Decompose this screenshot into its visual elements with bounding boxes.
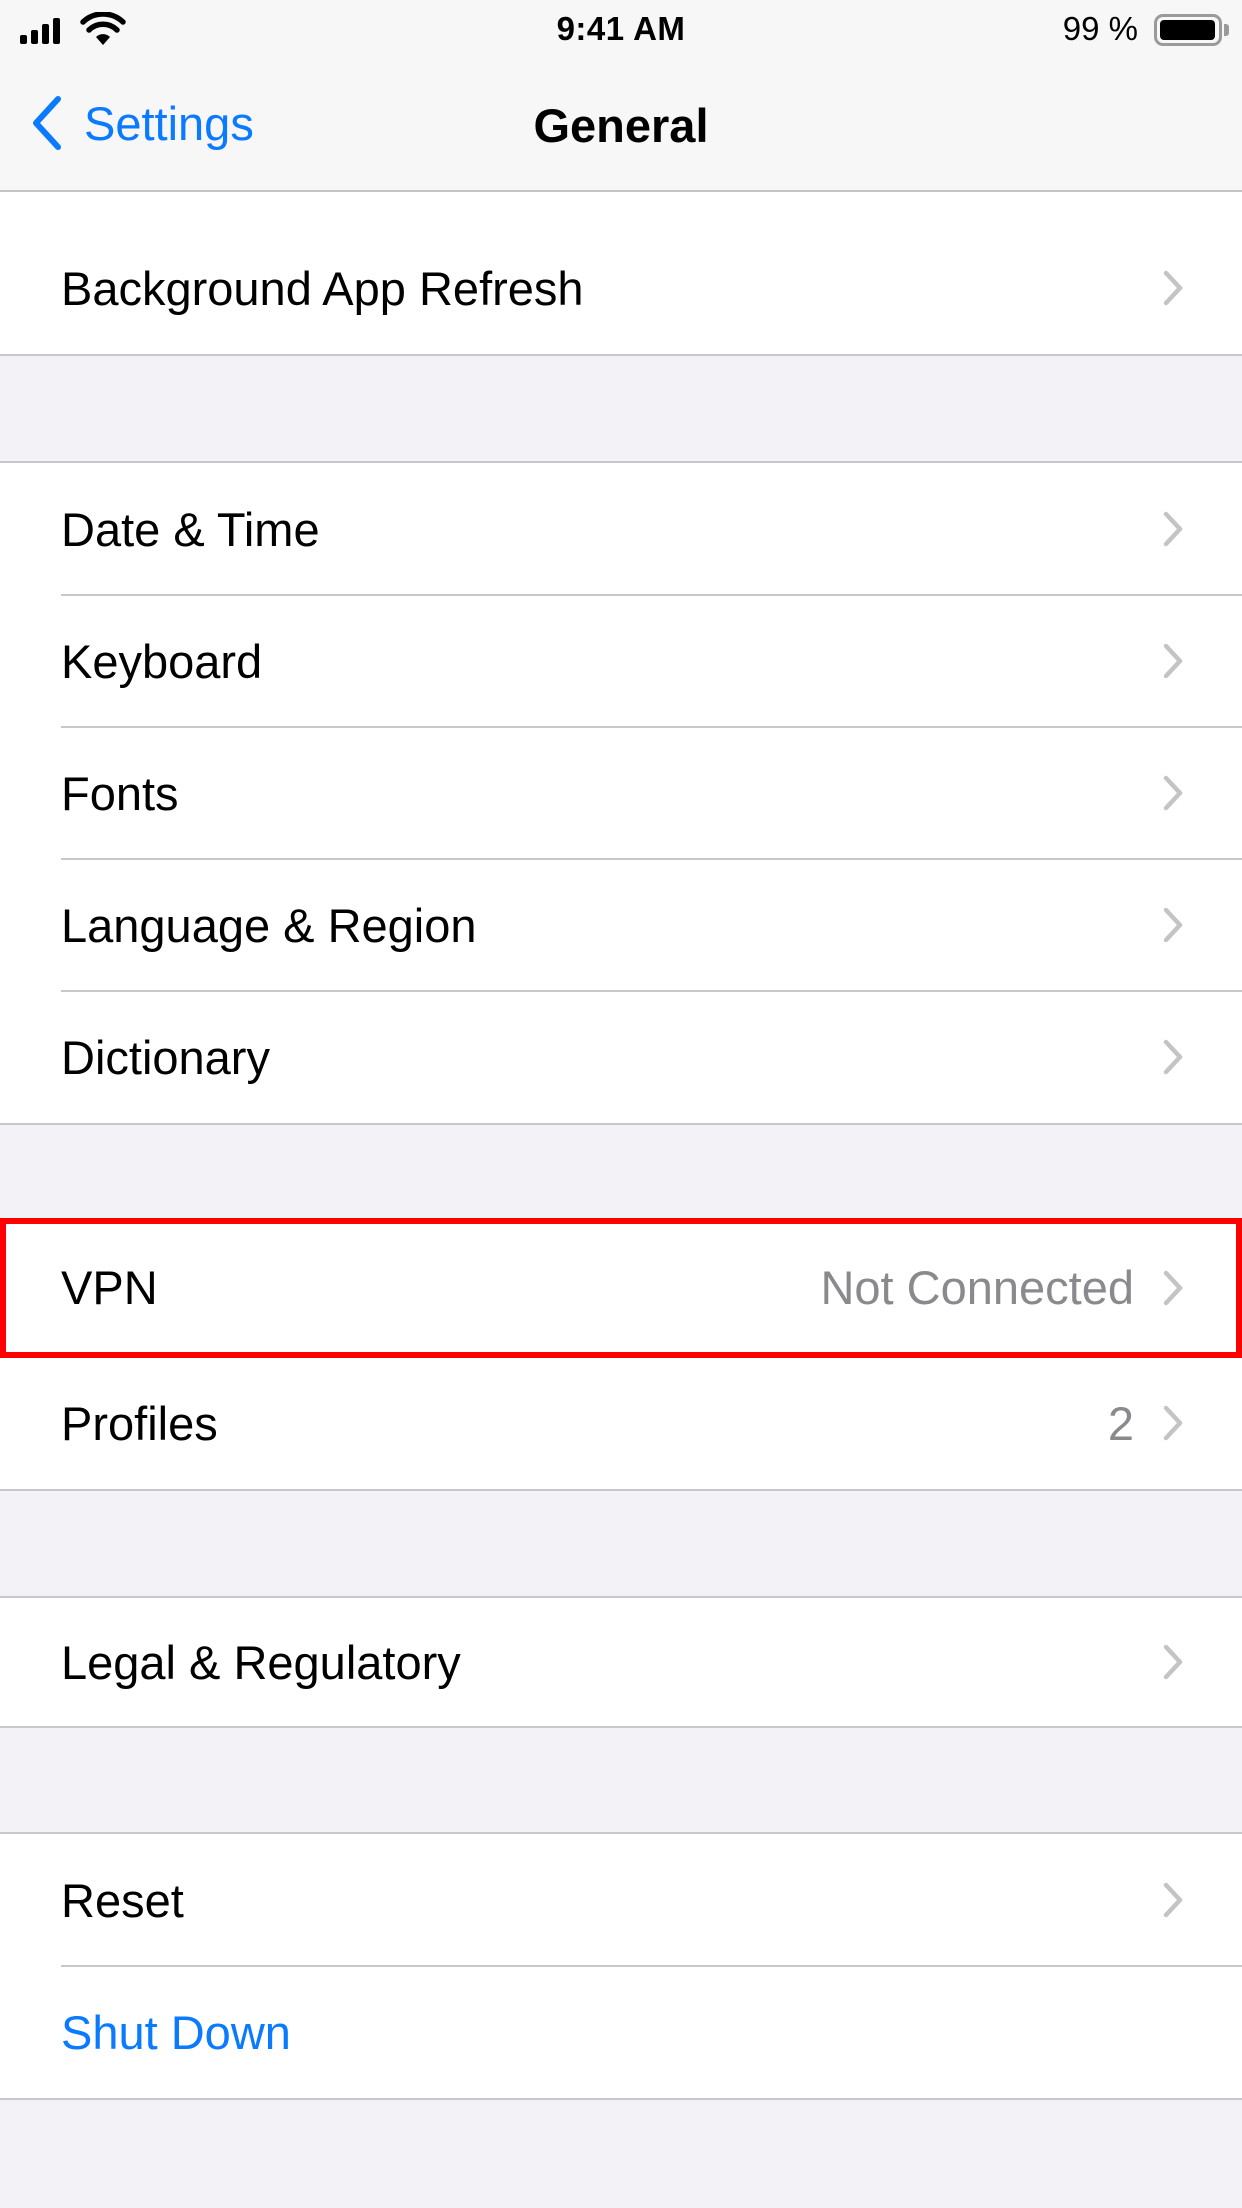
- chevron-right-icon: [1163, 1405, 1183, 1441]
- row-keyboard[interactable]: Keyboard: [0, 594, 1242, 727]
- row-background-app-refresh[interactable]: Background App Refresh: [0, 222, 1242, 354]
- chevron-right-icon: [1163, 1270, 1183, 1305]
- row-label: Date & Time: [61, 502, 320, 556]
- chevron-right-icon: [1163, 1644, 1183, 1680]
- row-label: Shut Down: [61, 2005, 291, 2059]
- battery-tip: [1224, 24, 1229, 36]
- row-label: Keyboard: [61, 634, 263, 688]
- row-label: Dictionary: [61, 1030, 270, 1084]
- page-title: General: [533, 99, 709, 152]
- profiles-count-value: 2: [1107, 1396, 1134, 1450]
- row-label: Background App Refresh: [61, 261, 584, 315]
- status-time: 9:41 AM: [556, 10, 686, 47]
- status-bar: 9:41 AM 99 %: [0, 0, 1242, 60]
- chevron-right-icon: [1163, 775, 1183, 811]
- battery-percentage: 99 %: [1062, 10, 1138, 47]
- row-label: Legal & Regulatory: [61, 1635, 461, 1689]
- row-legal-regulatory[interactable]: Legal & Regulatory: [0, 1598, 1242, 1726]
- section-background: Background App Refresh: [0, 192, 1242, 356]
- section-vpn-profiles: VPN Not Connected Profiles 2: [0, 1218, 1242, 1491]
- row-label: Fonts: [61, 766, 179, 820]
- vpn-status-value: Not Connected: [820, 1261, 1134, 1314]
- row-label: Language & Region: [61, 898, 477, 952]
- row-label: Reset: [61, 1873, 184, 1927]
- row-label: VPN: [61, 1261, 158, 1314]
- row-profiles[interactable]: Profiles 2: [0, 1356, 1242, 1489]
- row-label: Profiles: [61, 1396, 218, 1450]
- row-language-region[interactable]: Language & Region: [0, 858, 1242, 991]
- chevron-right-icon: [1163, 511, 1183, 547]
- section-reset-shutdown: Reset Shut Down: [0, 1832, 1242, 2100]
- chevron-right-icon: [1163, 1882, 1183, 1918]
- partial-row: [0, 192, 1242, 222]
- shut-down-button[interactable]: Shut Down: [0, 1965, 1242, 2098]
- chevron-right-icon: [1163, 907, 1183, 943]
- battery-icon: [1154, 14, 1222, 46]
- row-dictionary[interactable]: Dictionary: [0, 990, 1242, 1123]
- chevron-right-icon: [1163, 270, 1183, 306]
- navigation-header: 9:41 AM 99 % Settings General: [0, 0, 1242, 192]
- row-reset[interactable]: Reset: [0, 1834, 1242, 1966]
- row-fonts[interactable]: Fonts: [0, 726, 1242, 859]
- row-date-time[interactable]: Date & Time: [0, 463, 1242, 595]
- section-legal: Legal & Regulatory: [0, 1596, 1242, 1728]
- section-date-language: Date & Time Keyboard Fonts Language & Re…: [0, 461, 1242, 1125]
- chevron-right-icon: [1163, 643, 1183, 679]
- chevron-right-icon: [1163, 1039, 1183, 1075]
- row-vpn[interactable]: VPN Not Connected: [0, 1218, 1242, 1357]
